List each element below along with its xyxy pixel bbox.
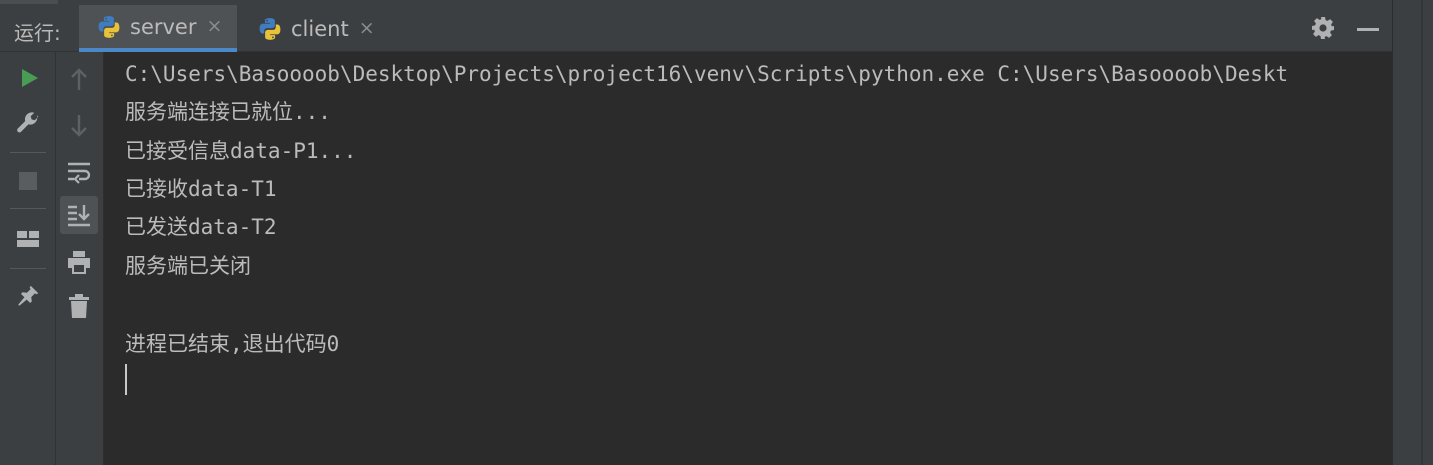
header-divider xyxy=(0,0,58,4)
console-line: 已接收data-T1 xyxy=(125,177,277,201)
console-line: 已发送data-T2 xyxy=(125,215,277,239)
run-label: 运行: xyxy=(14,21,61,45)
console-line: 已接受信息data-P1... xyxy=(125,139,357,163)
console-actions-toolbar xyxy=(56,52,104,465)
right-scrollbar[interactable] xyxy=(1392,0,1433,465)
minimize-icon[interactable] xyxy=(1357,28,1379,31)
console-line: 服务端已关闭 xyxy=(125,254,251,278)
soft-wrap-icon[interactable] xyxy=(66,160,92,184)
close-icon[interactable]: × xyxy=(206,17,222,36)
gear-icon[interactable] xyxy=(1311,16,1335,40)
python-icon xyxy=(259,17,281,40)
tab-client-label: client xyxy=(291,16,349,41)
console-line: 进程已结束,退出代码0 xyxy=(125,332,340,356)
tab-server[interactable]: server × xyxy=(79,5,237,52)
console-line: C:\Users\Basoooob\Desktop\Projects\proje… xyxy=(125,62,1289,86)
python-icon xyxy=(98,15,120,38)
print-icon[interactable] xyxy=(66,249,92,275)
close-icon[interactable]: × xyxy=(359,19,375,38)
tab-server-label: server xyxy=(130,14,197,39)
scrollbar-track xyxy=(1421,0,1423,465)
text-caret xyxy=(125,364,127,395)
run-toolwindow-header: 运行: server × client × xyxy=(0,0,1392,52)
console-line: 服务端连接已就位... xyxy=(125,100,331,124)
up-arrow-icon[interactable] xyxy=(68,67,90,93)
tab-client[interactable]: client × xyxy=(240,5,395,52)
console-output[interactable]: C:\Users\Basoooob\Desktop\Projects\proje… xyxy=(104,52,1392,465)
run-actions-toolbar xyxy=(0,52,56,465)
toolbar-separator xyxy=(10,208,46,209)
toolbar-separator xyxy=(10,268,46,269)
rerun-icon[interactable] xyxy=(18,67,40,89)
trash-icon[interactable] xyxy=(68,293,90,319)
pin-icon[interactable] xyxy=(15,283,41,309)
layout-icon[interactable] xyxy=(16,228,40,250)
down-arrow-icon[interactable] xyxy=(68,112,90,138)
stop-icon[interactable] xyxy=(18,171,38,191)
scroll-to-end-icon[interactable] xyxy=(66,202,92,228)
wrench-icon[interactable] xyxy=(15,110,41,136)
toolbar-separator xyxy=(10,152,46,153)
